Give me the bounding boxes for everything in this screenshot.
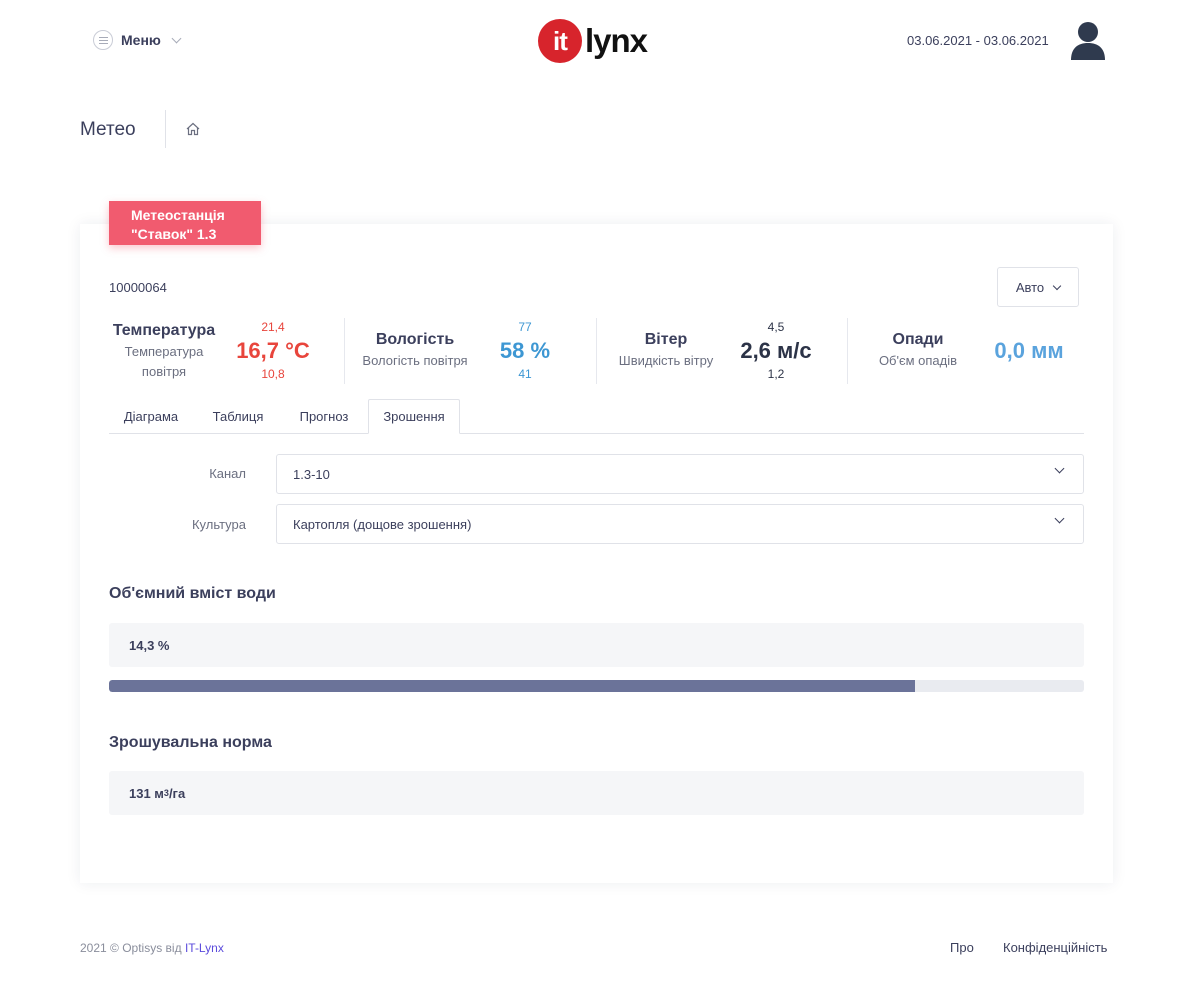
page-title: Метео [80,119,136,140]
menu-label: Меню [121,32,161,48]
temperature-max: 21,4 [261,320,285,334]
tab-table[interactable]: Таблиця [198,399,278,434]
mode-dropdown[interactable]: Авто [997,267,1079,307]
water-content-value-box: 14,3 % [109,623,1084,667]
logo-mark: it [538,19,582,63]
irrigation-rate-number: 131 м [129,785,164,801]
temperature-subtitle-line2: повітря [141,364,187,379]
footer-about-link[interactable]: Про [950,940,974,955]
station-badge-line1: Метеостанція [131,207,225,223]
station-id: 10000064 [109,280,167,295]
wind-min: 1,2 [767,367,785,381]
channel-select[interactable]: 1.3-10 [276,454,1084,494]
humidity-value: 58 % [499,338,551,363]
humidity-max: 77 [518,320,532,334]
irrigation-rate-title: Зрошувальна норма [109,734,272,751]
water-content-title: Об'ємний вміст води [109,585,276,602]
footer-copyright: 2021 © Optisys від IT-Lynx [80,941,224,955]
mode-dropdown-label: Авто [1015,279,1045,295]
crop-label: Культура [191,517,246,532]
crop-select-value: Картопля (дощове зрошення) [293,516,472,532]
metric-divider [847,318,848,384]
chevron-down-icon [1054,463,1065,474]
humidity-title: Вологість [375,331,455,348]
water-content-value: 14,3 % [129,637,170,653]
tab-forecast[interactable]: Прогноз [284,399,364,434]
tab-irrigation[interactable]: Зрошення [368,399,460,434]
temperature-subtitle: Температура повітря [109,342,219,382]
chevron-down-icon [1052,281,1062,290]
hamburger-icon [93,30,113,50]
wind-title: Вітер [644,331,688,348]
temperature-subtitle-line1: Температура [124,344,204,359]
wind-subtitle: Швидкість вітру [618,353,714,368]
logo-text: lynx [585,21,648,59]
station-badge: Метеостанція "Ставок" 1.3 [109,201,261,245]
humidity-subtitle: Вологість повітря [362,353,468,368]
precipitation-title: Опади [892,331,944,348]
wind-value: 2,6 м/с [740,338,812,363]
irrigation-rate-value-box: 131 м 3/га [109,771,1084,815]
station-badge-line2: "Ставок" 1.3 [131,226,217,242]
footer-company-link[interactable]: IT-Lynx [185,941,224,955]
chevron-down-icon [171,33,182,43]
tab-diagram[interactable]: Діаграма [109,399,193,434]
footer-privacy-link[interactable]: Конфіденційність [1003,940,1107,955]
wind-max: 4,5 [767,320,785,334]
metric-divider [344,318,345,384]
menu-button[interactable]: Меню [93,30,182,50]
logo[interactable]: it lynx [538,19,648,63]
channel-label: Канал [209,466,246,481]
temperature-title: Температура [112,322,216,339]
title-divider [165,110,166,148]
chevron-down-icon [1054,513,1065,524]
temperature-min: 10,8 [261,367,285,381]
precipitation-value: 0,0 мм [994,338,1064,363]
humidity-min: 41 [518,367,532,381]
footer-copyright-text: 2021 © Optisys від [80,941,185,955]
crop-select[interactable]: Картопля (дощове зрошення) [276,504,1084,544]
channel-select-value: 1.3-10 [293,466,330,482]
water-content-progress-fill [109,680,916,692]
temperature-value: 16,7 °C [236,338,310,363]
precipitation-subtitle: Об'єм опадів [878,353,958,368]
home-icon[interactable] [185,121,201,137]
metric-divider [596,318,597,384]
irrigation-rate-unit: /га [168,785,186,801]
top-header: Меню it lynx 03.06.2021 - 03.06.2021 [0,0,1193,82]
date-range[interactable]: 03.06.2021 - 03.06.2021 [907,33,1049,48]
user-avatar-icon[interactable] [1070,21,1106,61]
water-content-progress [109,680,1084,692]
